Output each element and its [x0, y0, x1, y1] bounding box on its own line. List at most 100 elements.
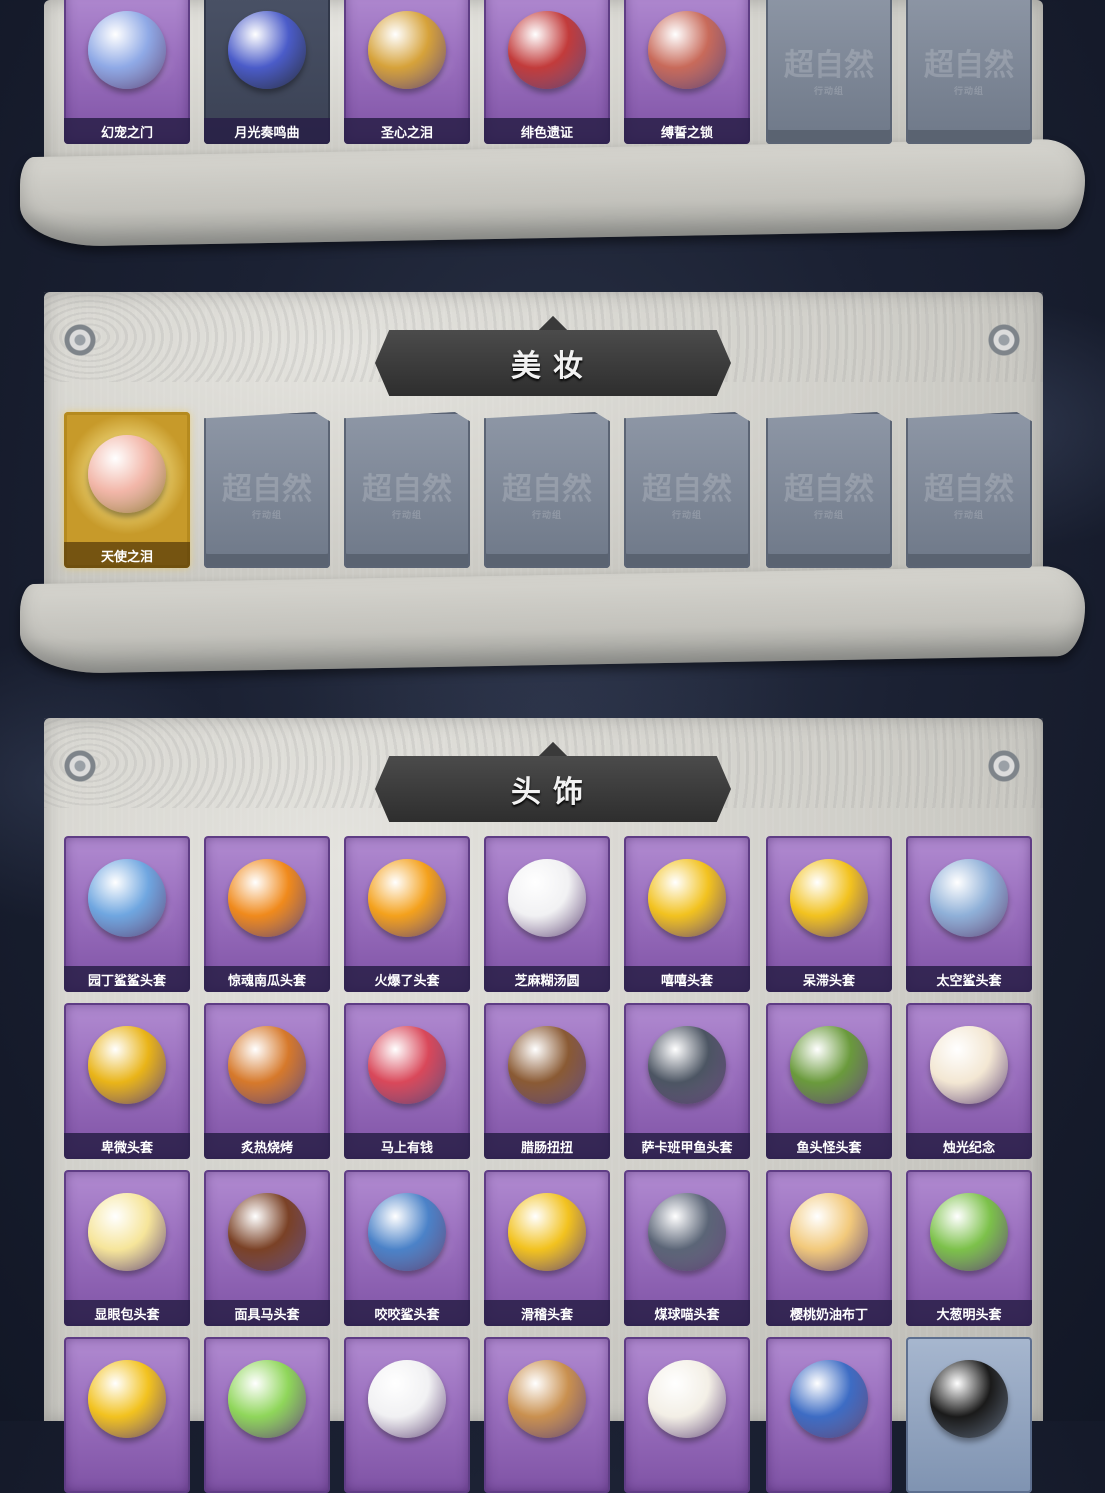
locked-item-card[interactable]: 超自然 行动组 [344, 412, 470, 568]
watermark-logo: 超自然 行动组 [624, 464, 750, 521]
watermark-main: 超自然 [924, 48, 1014, 83]
item-card[interactable]: 鱼头怪头套 [766, 1003, 892, 1159]
watermark-sub: 行动组 [531, 511, 562, 521]
item-label: 马上有钱 [344, 1133, 470, 1159]
locked-item-card[interactable]: 超自然 行动组 [766, 0, 892, 144]
headwear-section-banner: 头饰 [375, 756, 731, 822]
item-card[interactable]: 芝麻糊汤圆 [484, 836, 610, 992]
item-artwork [648, 1193, 726, 1271]
item-card[interactable]: 圣心之泪 [344, 0, 470, 144]
item-artwork [508, 1193, 586, 1271]
candle-head-icon [926, 1017, 1012, 1113]
scepter-icon [364, 2, 450, 98]
locked-item-card[interactable]: 超自然 行动组 [624, 412, 750, 568]
item-card[interactable]: 惊魂南瓜头套 [204, 836, 330, 992]
doge-sunglasses-icon [504, 1351, 590, 1447]
item-card[interactable] [64, 1337, 190, 1493]
sheep-head-icon [364, 1351, 450, 1447]
locked-item-card[interactable]: 超自然 行动组 [484, 412, 610, 568]
item-card[interactable]: 呆滞头套 [766, 836, 892, 992]
pudding-head-icon [786, 1184, 872, 1280]
locked-item-card[interactable]: 超自然 行动组 [906, 412, 1032, 568]
item-card[interactable]: 咬咬鲨头套 [344, 1170, 470, 1326]
watermark-sub: 行动组 [953, 511, 984, 521]
item-artwork [790, 859, 868, 937]
item-card[interactable] [344, 1337, 470, 1493]
item-card[interactable] [204, 1337, 330, 1493]
item-artwork [508, 11, 586, 89]
item-artwork [930, 1193, 1008, 1271]
watermark-main: 超自然 [362, 472, 452, 507]
item-artwork [508, 859, 586, 937]
space-shark-icon [926, 850, 1012, 946]
item-card[interactable]: 樱桃奶油布丁 [766, 1170, 892, 1326]
item-card[interactable]: 大葱明头套 [906, 1170, 1032, 1326]
item-card[interactable]: 烛光纪念 [906, 1003, 1032, 1159]
corner-ornament-icon [980, 316, 1028, 364]
item-card[interactable] [766, 1337, 892, 1493]
item-card[interactable]: 炙热烧烤 [204, 1003, 330, 1159]
watermark-sub: 行动组 [671, 511, 702, 521]
item-artwork [368, 11, 446, 89]
dumpling-head-icon [504, 850, 590, 946]
item-card[interactable]: 嘻嘻头套 [624, 836, 750, 992]
cat-head-icon [644, 1184, 730, 1280]
funny-emoji-icon [504, 1184, 590, 1280]
item-artwork [88, 859, 166, 937]
watermark-logo: 超自然 行动组 [766, 40, 892, 97]
fish-head-icon [644, 1017, 730, 1113]
item-card[interactable]: 马上有钱 [344, 1003, 470, 1159]
item-artwork [368, 859, 446, 937]
item-label: 卑微头套 [64, 1133, 190, 1159]
item-card[interactable]: 腊肠扭扭 [484, 1003, 610, 1159]
item-card[interactable]: 绯色遗证 [484, 0, 610, 144]
item-label: 太空鲨头套 [906, 966, 1032, 992]
item-card[interactable]: 幻宠之门 [64, 0, 190, 144]
item-artwork [228, 1360, 306, 1438]
item-label: 园丁鲨鲨头套 [64, 966, 190, 992]
watermark-main: 超自然 [784, 472, 874, 507]
item-label: 月光奏鸣曲 [204, 118, 330, 144]
item-card[interactable]: 煤球喵头套 [624, 1170, 750, 1326]
item-label: 惊魂南瓜头套 [204, 966, 330, 992]
item-card[interactable] [484, 1337, 610, 1493]
item-card[interactable]: 月光奏鸣曲 [204, 0, 330, 144]
sword-icon [504, 2, 590, 98]
item-card[interactable]: 园丁鲨鲨头套 [64, 836, 190, 992]
item-artwork [648, 11, 726, 89]
item-artwork [368, 1360, 446, 1438]
item-card[interactable]: 火爆了头套 [344, 836, 470, 992]
item-card[interactable]: 太空鲨头套 [906, 836, 1032, 992]
top-panel-scroll-edge [20, 138, 1085, 248]
item-card[interactable] [624, 1337, 750, 1493]
makeup-panel-scroll-edge [20, 565, 1085, 675]
item-label: 缚誓之锁 [624, 118, 750, 144]
watermark-main: 超自然 [222, 472, 312, 507]
item-card[interactable]: 天使之泪 [64, 412, 190, 568]
watermark-logo: 超自然 行动组 [204, 464, 330, 521]
item-card[interactable]: 萨卡班甲鱼头套 [624, 1003, 750, 1159]
watermark-main: 超自然 [784, 48, 874, 83]
item-label: 火爆了头套 [344, 966, 470, 992]
sprout-head-icon [224, 1351, 310, 1447]
locked-item-card[interactable]: 超自然 行动组 [906, 0, 1032, 144]
item-card[interactable]: 面具马头套 [204, 1170, 330, 1326]
item-card[interactable] [906, 1337, 1032, 1493]
item-card[interactable]: 显眼包头套 [64, 1170, 190, 1326]
scallion-head-icon [926, 1184, 1012, 1280]
item-label: 大葱明头套 [906, 1300, 1032, 1326]
item-label: 绯色遗证 [484, 118, 610, 144]
item-artwork [368, 1193, 446, 1271]
locked-item-card[interactable]: 超自然 行动组 [204, 412, 330, 568]
item-card[interactable]: 滑稽头套 [484, 1170, 610, 1326]
watermark-sub: 行动组 [813, 87, 844, 97]
item-card[interactable]: 卑微头套 [64, 1003, 190, 1159]
item-label: 显眼包头套 [64, 1300, 190, 1326]
item-artwork [648, 1026, 726, 1104]
item-artwork [228, 859, 306, 937]
item-card[interactable]: 缚誓之锁 [624, 0, 750, 144]
chain-icon [644, 2, 730, 98]
fishman-head-icon [786, 1017, 872, 1113]
watermark-logo: 超自然 行动组 [344, 464, 470, 521]
locked-item-card[interactable]: 超自然 行动组 [766, 412, 892, 568]
